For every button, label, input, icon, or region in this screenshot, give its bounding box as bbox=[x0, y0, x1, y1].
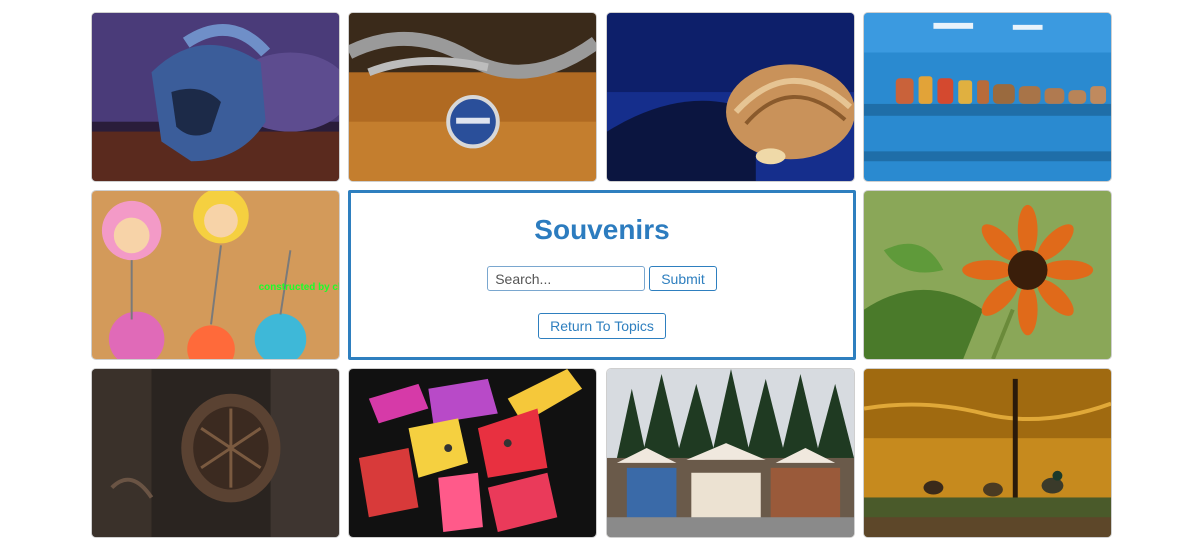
carved-wood-photo[interactable] bbox=[91, 368, 340, 538]
photo-grid: constructed by claybables Souvenirs Subm… bbox=[91, 12, 1113, 539]
pond-ducks-photo[interactable] bbox=[863, 368, 1112, 538]
doll-keychains-photo[interactable]: constructed by claybables bbox=[91, 190, 340, 360]
painted-fish-photo[interactable] bbox=[348, 368, 597, 538]
figurines-shelf-photo[interactable] bbox=[863, 12, 1112, 182]
tile-caption: constructed by claybables bbox=[259, 282, 339, 293]
search-input[interactable] bbox=[487, 266, 646, 291]
market-stalls-photo[interactable] bbox=[606, 368, 855, 538]
topic-card: Souvenirs Submit Return To Topics bbox=[348, 190, 856, 360]
charm-bracelet-photo[interactable] bbox=[348, 12, 597, 182]
helmet-photo[interactable] bbox=[91, 12, 340, 182]
seashell-photo[interactable] bbox=[606, 12, 855, 182]
submit-button[interactable]: Submit bbox=[649, 266, 717, 291]
sunflower-photo[interactable] bbox=[863, 190, 1112, 360]
search-row: Submit bbox=[351, 266, 853, 291]
return-row: Return To Topics bbox=[351, 313, 853, 339]
page-title: Souvenirs bbox=[534, 214, 670, 245]
return-to-topics-button[interactable]: Return To Topics bbox=[538, 313, 666, 339]
